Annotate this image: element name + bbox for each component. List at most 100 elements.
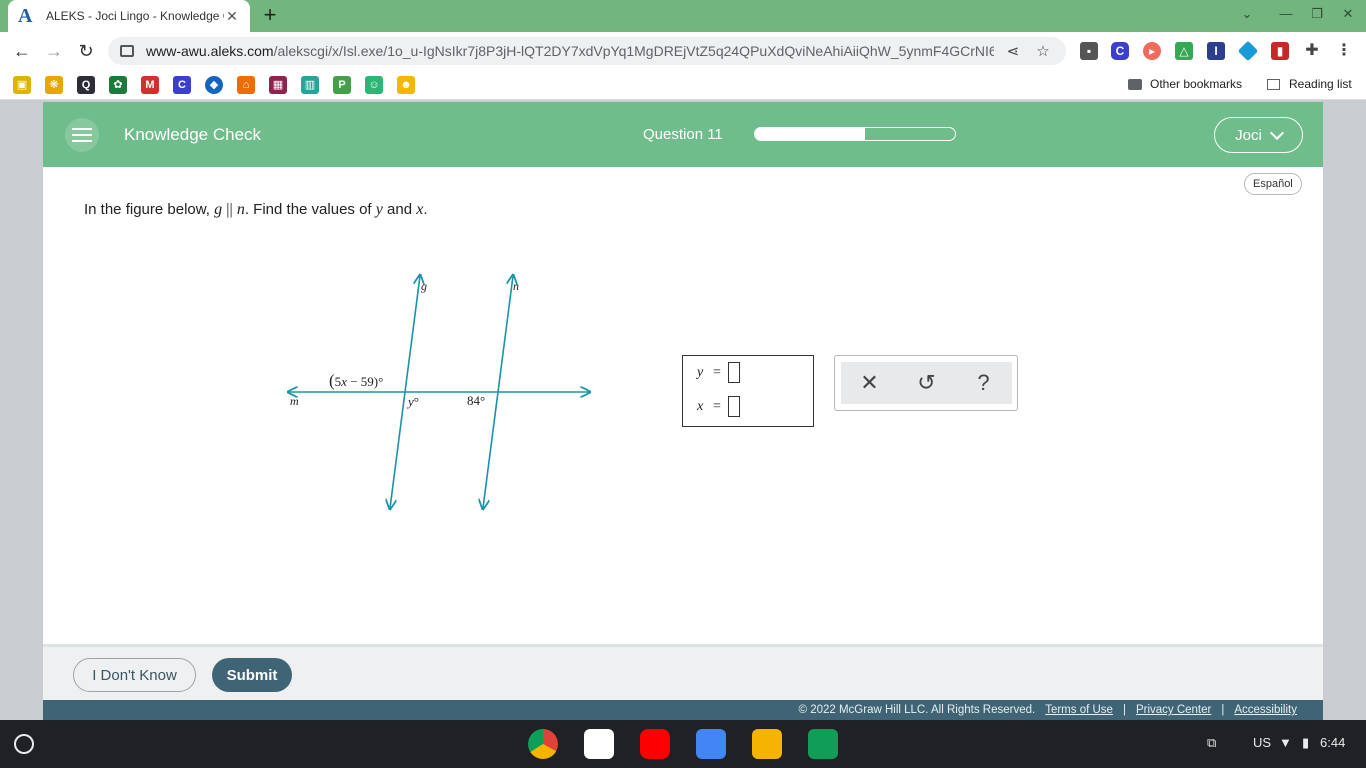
aleks-app: Knowledge Check Question 11 Joci Español…	[43, 102, 1323, 720]
angle-y-label: y°	[406, 394, 419, 409]
reading-list-label: Reading list	[1289, 77, 1352, 91]
minimize-icon[interactable]: —	[1276, 6, 1296, 21]
bookmark-icon[interactable]: ❋	[45, 76, 63, 94]
submit-button[interactable]: Submit	[212, 658, 292, 692]
forward-icon[interactable]: →	[42, 40, 66, 62]
app-header: Knowledge Check Question 11 Joci	[43, 102, 1323, 167]
bookmark-icon[interactable]: ⌂	[237, 76, 255, 94]
bookmark-icon[interactable]: C	[173, 76, 191, 94]
copyright-text: © 2022 McGraw Hill LLC. All Rights Reser…	[798, 704, 1036, 716]
answer-label-y: y	[697, 364, 704, 380]
launcher-icon[interactable]	[14, 734, 34, 754]
more-menu-icon[interactable]: ⋮	[1335, 42, 1353, 60]
new-tab-button[interactable]: +	[258, 4, 282, 28]
slides-icon[interactable]	[752, 729, 782, 759]
aleks-favicon-icon: A	[18, 5, 33, 27]
bookmark-icon[interactable]: ▣	[13, 76, 31, 94]
help-icon[interactable]: ?	[969, 368, 999, 398]
extension-icon[interactable]: ▪	[1080, 42, 1098, 60]
extension-icon[interactable]: I	[1207, 42, 1225, 60]
undo-icon[interactable]: ↺	[912, 368, 942, 398]
bookmark-icon[interactable]: M	[141, 76, 159, 94]
bookmark-icon[interactable]: ☻	[397, 76, 415, 94]
prompt-text: . Find the values of	[244, 201, 376, 218]
address-bar[interactable]: www-awu.aleks.com/alekscgi/x/Isl.exe/1o_…	[108, 37, 1066, 65]
bookmark-icon[interactable]: P	[333, 76, 351, 94]
chrome-icon[interactable]	[528, 729, 558, 759]
label-m: m	[290, 394, 299, 408]
extension-icon[interactable]	[1237, 40, 1259, 62]
x-answer-input[interactable]	[727, 396, 740, 417]
url-text[interactable]: www-awu.aleks.com/alekscgi/x/Isl.exe/1o_…	[146, 43, 994, 59]
url-host: www-awu.aleks.com	[146, 43, 274, 59]
user-menu-button[interactable]: Joci	[1214, 117, 1303, 153]
clear-icon[interactable]: ✕	[855, 368, 885, 398]
terms-link[interactable]: Terms of Use	[1045, 704, 1113, 716]
extensions-puzzle-icon[interactable]: ✚	[1303, 42, 1321, 60]
tote-icon[interactable]: ⧉	[1207, 735, 1216, 751]
google-drive-icon[interactable]: △	[1175, 42, 1193, 60]
site-info-icon[interactable]	[120, 45, 134, 57]
question-number: Question 11	[643, 126, 723, 143]
gmail-icon[interactable]	[584, 729, 614, 759]
tab-title: ALEKS - Joci Lingo - Knowledge Check	[46, 9, 224, 23]
equals-sign: =	[713, 364, 721, 380]
bookmark-icon[interactable]: ✿	[109, 76, 127, 94]
question-prompt: In the figure below, g || n. Find the va…	[84, 201, 428, 219]
app-title: Knowledge Check	[124, 125, 262, 144]
classroom-icon[interactable]	[808, 729, 838, 759]
prompt-text: and	[382, 201, 417, 218]
bookmark-icon[interactable]: Q	[77, 76, 95, 94]
youtube-icon[interactable]	[640, 729, 670, 759]
browser-tab[interactable]: A ALEKS - Joci Lingo - Knowledge Check ✕	[8, 0, 250, 32]
reload-icon[interactable]: ↻	[74, 40, 98, 62]
reading-list-button[interactable]: Reading list	[1267, 77, 1352, 91]
prompt-text: .	[423, 201, 428, 218]
extension-icon[interactable]: C	[1111, 42, 1129, 60]
close-window-icon[interactable]: ✕	[1338, 6, 1358, 22]
back-icon[interactable]: ←	[10, 40, 34, 62]
share-icon[interactable]: ⋖	[1002, 42, 1024, 60]
clock[interactable]: 6:44	[1320, 735, 1345, 750]
hamburger-menu-icon[interactable]	[65, 118, 99, 152]
bookmarks-bar: ▣ ❋ Q ✿ M C ◆ ⌂ ▦ ▥ P ☺ ☻ Other bookmark…	[0, 70, 1366, 100]
bookmark-icon[interactable]: ◆	[205, 76, 223, 94]
label-g: g	[421, 279, 427, 293]
bookmark-icon[interactable]: ▦	[269, 76, 287, 94]
url-path: /alekscgi/x/Isl.exe/1o_u-IgNsIkr7j8P3jH-…	[273, 43, 994, 59]
progress-bar	[754, 127, 956, 141]
bookmark-icon[interactable]: ☺	[365, 76, 383, 94]
line-n: n	[236, 201, 245, 218]
var-y: y	[375, 201, 383, 218]
deg: °	[414, 394, 419, 409]
line-g: g	[214, 201, 223, 218]
dont-know-button[interactable]: I Don't Know	[73, 658, 196, 692]
restore-icon[interactable]: ❐	[1307, 6, 1327, 22]
legal-footer: © 2022 McGraw Hill LLC. All Rights Reser…	[43, 700, 1323, 720]
parallel-lines-figure: g n m (5x − 59)° y° 84°	[283, 272, 603, 522]
label-n: n	[513, 279, 519, 293]
answer-tools: ✕ ↺ ?	[834, 355, 1018, 411]
accessibility-link[interactable]: Accessibility	[1234, 704, 1297, 716]
battery-icon[interactable]: ▮	[1302, 735, 1309, 751]
bookmark-icon[interactable]: ▥	[301, 76, 319, 94]
extension-icon[interactable]: ▸	[1143, 42, 1161, 60]
espanol-button[interactable]: Español	[1244, 173, 1302, 195]
docs-icon[interactable]	[696, 729, 726, 759]
tab-search-icon[interactable]: ⌄	[1237, 6, 1257, 22]
wifi-icon[interactable]: ▼	[1279, 735, 1292, 750]
bookmark-star-icon[interactable]: ☆	[1032, 42, 1054, 60]
y-answer-input[interactable]	[727, 362, 740, 383]
angle-84-label: 84°	[467, 393, 485, 408]
privacy-link[interactable]: Privacy Center	[1136, 704, 1211, 716]
tab-close-icon[interactable]: ✕	[224, 8, 240, 25]
action-bar: I Don't Know Submit	[43, 644, 1323, 700]
equals-sign: =	[713, 398, 721, 414]
locale-indicator[interactable]: US	[1253, 735, 1271, 750]
other-bookmarks-button[interactable]: Other bookmarks	[1128, 77, 1242, 91]
answer-label-x: x	[697, 398, 704, 414]
prompt-text: In the figure below,	[84, 201, 215, 218]
browser-toolbar: ← → ↻ www-awu.aleks.com/alekscgi/x/Isl.e…	[0, 32, 1366, 70]
browser-tab-strip: A ALEKS - Joci Lingo - Knowledge Check ✕…	[0, 0, 1366, 32]
extension-icon[interactable]: ▮	[1271, 42, 1289, 60]
